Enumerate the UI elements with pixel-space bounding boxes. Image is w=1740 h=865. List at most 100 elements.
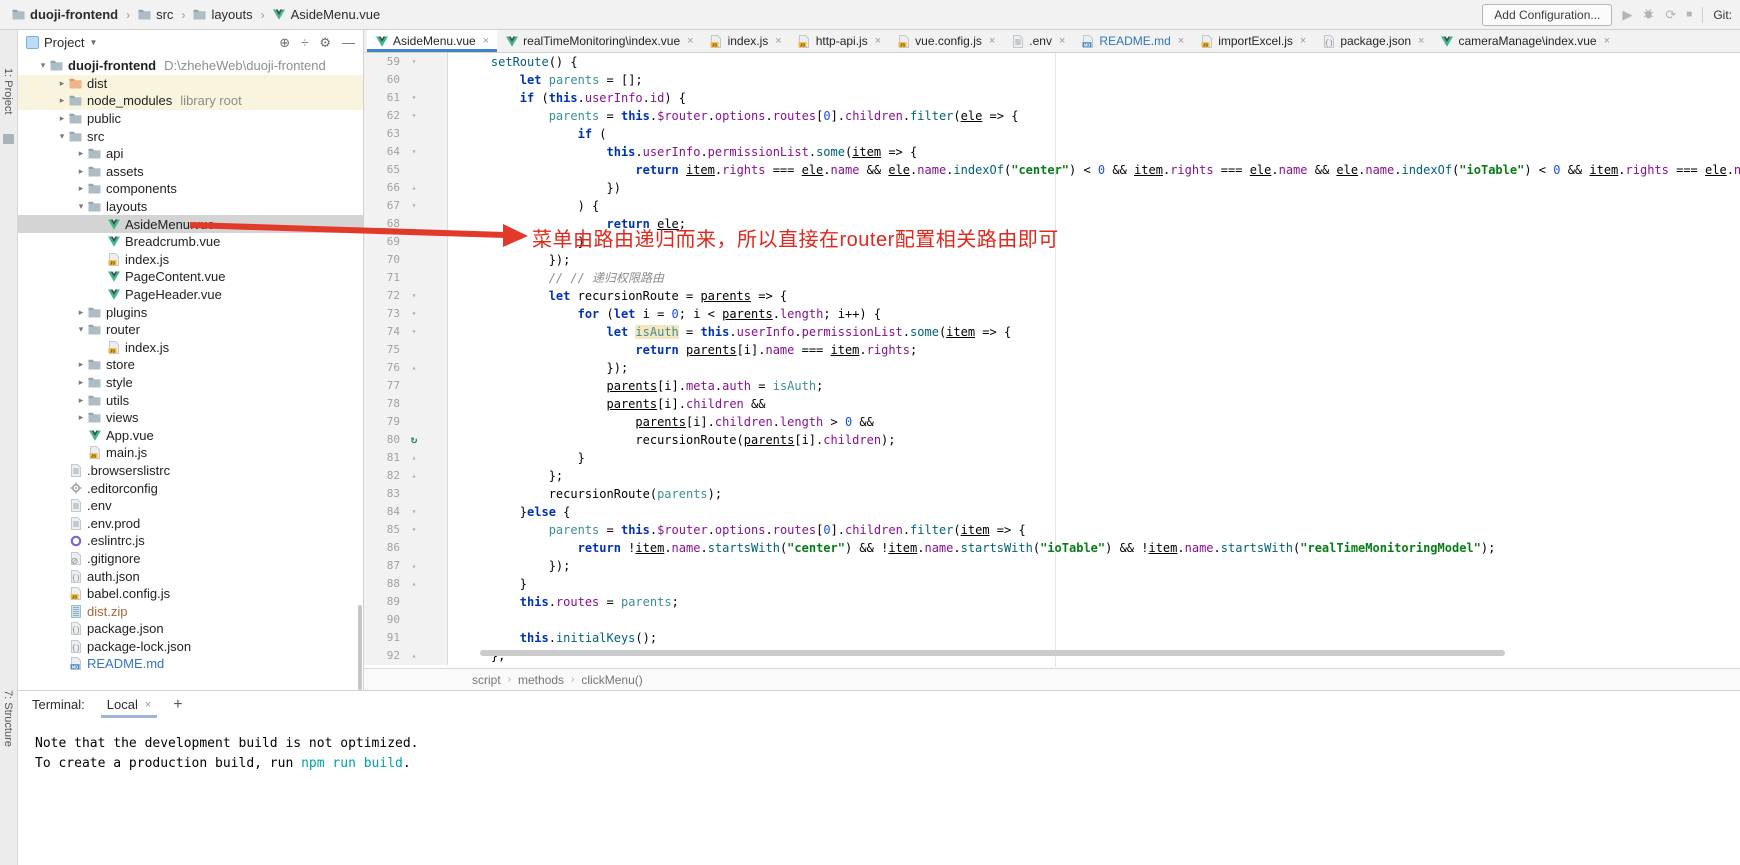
code-line[interactable]: 78 parents[i].children && xyxy=(364,395,1740,413)
code-line[interactable]: 64▾ this.userInfo.permissionList.some(it… xyxy=(364,143,1740,161)
editor-tab[interactable]: AsideMenu.vue× xyxy=(367,30,497,52)
tree-item[interactable]: .gitignore xyxy=(18,550,363,568)
run-icon[interactable]: ▶ xyxy=(1622,8,1632,21)
tree-item[interactable]: JSindex.js xyxy=(18,339,363,357)
code-line[interactable]: 73▾ for (let i = 0; i < parents.length; … xyxy=(364,305,1740,323)
code-line[interactable]: 71 // // 递归权限路由 xyxy=(364,269,1740,287)
tree-item[interactable]: JSindex.js xyxy=(18,251,363,269)
code-line[interactable]: 67▾ ) { xyxy=(364,197,1740,215)
chevron-expanded-icon[interactable]: ▾ xyxy=(36,60,50,71)
tree-item[interactable]: ▸store xyxy=(18,356,363,374)
tree-item[interactable]: .browserslistrc xyxy=(18,462,363,480)
code-line[interactable]: 77 parents[i].meta.auth = isAuth; xyxy=(364,377,1740,395)
tab-close-icon[interactable]: × xyxy=(1059,35,1065,47)
fold-marker-icon[interactable]: ▾ xyxy=(403,53,425,71)
add-configuration-button[interactable]: Add Configuration... xyxy=(1482,4,1612,26)
tree-item[interactable]: ▾router xyxy=(18,321,363,339)
tree-item[interactable]: JSbabel.config.js xyxy=(18,585,363,603)
tree-item[interactable]: ▸dist xyxy=(18,75,363,93)
fold-marker-icon[interactable]: ▾ xyxy=(403,143,425,161)
tool-button-project[interactable]: 1: Project xyxy=(2,68,14,114)
tree-item[interactable]: .env.prod xyxy=(18,514,363,532)
tree-item[interactable]: App.vue xyxy=(18,426,363,444)
chevron-collapsed-icon[interactable]: ▸ xyxy=(55,78,69,89)
hide-panel-icon[interactable]: — xyxy=(342,35,355,50)
stop-icon[interactable]: ■ xyxy=(1686,10,1692,20)
tree-item[interactable]: ▸components xyxy=(18,180,363,198)
tab-close-icon[interactable]: × xyxy=(1418,35,1424,47)
code-line[interactable]: 86 return !item.name.startsWith("center"… xyxy=(364,539,1740,557)
code-line[interactable]: 85▾ parents = this.$router.options.route… xyxy=(364,521,1740,539)
horizontal-scrollbar[interactable] xyxy=(480,650,1505,656)
tree-item[interactable]: ▸style xyxy=(18,374,363,392)
terminal-tab-close-icon[interactable]: × xyxy=(145,699,151,711)
code-line[interactable]: 66▴ }) xyxy=(364,179,1740,197)
code-line[interactable]: 80↻ recursionRoute(parents[i].children); xyxy=(364,431,1740,449)
tree-item[interactable]: ▸api xyxy=(18,145,363,163)
chevron-collapsed-icon[interactable]: ▸ xyxy=(74,377,88,388)
breadcrumb-item[interactable]: src xyxy=(156,7,173,22)
editor-breadcrumb-item[interactable]: methods xyxy=(518,673,564,687)
breadcrumb-item[interactable]: duoji-frontend xyxy=(30,7,118,22)
editor-tab[interactable]: JShttp-api.js× xyxy=(790,30,889,52)
code-line[interactable]: 83 recursionRoute(parents); xyxy=(364,485,1740,503)
terminal-tab-local[interactable]: Local × xyxy=(101,691,158,718)
recursive-call-icon[interactable]: ↻ xyxy=(403,431,425,449)
code-line[interactable]: 81▴ } xyxy=(364,449,1740,467)
breadcrumb-item[interactable]: layouts xyxy=(211,7,252,22)
debug-icon[interactable] xyxy=(1642,7,1655,22)
chevron-collapsed-icon[interactable]: ▸ xyxy=(74,412,88,423)
settings-icon[interactable]: ⚙ xyxy=(319,35,331,51)
tree-item[interactable]: ▾src xyxy=(18,127,363,145)
editor-tab[interactable]: JSvue.config.js× xyxy=(889,30,1003,52)
code-line[interactable]: 62▾ parents = this.$router.options.route… xyxy=(364,107,1740,125)
project-tool-icon[interactable] xyxy=(3,134,14,144)
fold-marker-icon[interactable]: ▾ xyxy=(403,323,425,341)
code-line[interactable]: 91 this.initialKeys(); xyxy=(364,629,1740,647)
run-with-coverage-icon[interactable]: ⟳ xyxy=(1665,8,1676,21)
fold-marker-icon[interactable]: ▴ xyxy=(403,647,425,665)
editor-tab[interactable]: JSimportExcel.js× xyxy=(1192,30,1314,52)
chevron-collapsed-icon[interactable]: ▸ xyxy=(74,148,88,159)
editor-tab[interactable]: {)package.json× xyxy=(1314,30,1432,52)
fold-marker-icon[interactable]: ▾ xyxy=(403,287,425,305)
tree-item[interactable]: {)package-lock.json xyxy=(18,638,363,656)
new-terminal-icon[interactable]: + xyxy=(173,696,182,714)
editor-tab[interactable]: realTimeMonitoring\index.vue× xyxy=(497,30,701,52)
tree-item[interactable]: AsideMenu.vue xyxy=(18,215,363,233)
fold-marker-icon[interactable]: ▴ xyxy=(403,359,425,377)
git-label[interactable]: Git: xyxy=(1713,8,1732,22)
fold-marker-icon[interactable]: ▾ xyxy=(403,107,425,125)
chevron-collapsed-icon[interactable]: ▸ xyxy=(74,307,88,318)
tree-item[interactable]: JSmain.js xyxy=(18,444,363,462)
editor-tab[interactable]: JSindex.js× xyxy=(702,30,790,52)
project-view-selector[interactable]: Project xyxy=(44,35,84,50)
tool-button-structure[interactable]: 7: Structure xyxy=(2,690,14,747)
fold-marker-icon[interactable]: ▾ xyxy=(403,89,425,107)
code-line[interactable]: 70 }); xyxy=(364,251,1740,269)
code-line[interactable]: 59▾ setRoute() { xyxy=(364,53,1740,71)
tree-item[interactable]: ▸utils xyxy=(18,391,363,409)
code-line[interactable]: 61▾ if (this.userInfo.id) { xyxy=(364,89,1740,107)
terminal-output[interactable]: Note that the development build is not o… xyxy=(18,718,1740,773)
tree-item[interactable]: PageHeader.vue xyxy=(18,286,363,304)
tree-item[interactable]: {)package.json xyxy=(18,620,363,638)
tab-close-icon[interactable]: × xyxy=(989,35,995,47)
code-line[interactable]: 90 xyxy=(364,611,1740,629)
tree-item[interactable]: ▸node_moduleslibrary root xyxy=(18,92,363,110)
tree-item[interactable]: ▾layouts xyxy=(18,198,363,216)
code-line[interactable]: 82▴ }; xyxy=(364,467,1740,485)
editor-tab[interactable]: .env× xyxy=(1003,30,1073,52)
tab-close-icon[interactable]: × xyxy=(1604,35,1610,47)
code-line[interactable]: 79 parents[i].children.length > 0 && xyxy=(364,413,1740,431)
tree-item[interactable]: .eslintrc.js xyxy=(18,532,363,550)
chevron-collapsed-icon[interactable]: ▸ xyxy=(55,113,69,124)
tree-item[interactable]: PageContent.vue xyxy=(18,268,363,286)
chevron-collapsed-icon[interactable]: ▸ xyxy=(74,183,88,194)
code-line[interactable]: 65 return item.rights === ele.name && el… xyxy=(364,161,1740,179)
fold-marker-icon[interactable]: ▴ xyxy=(403,557,425,575)
fold-marker-icon[interactable]: ▴ xyxy=(403,575,425,593)
tab-close-icon[interactable]: × xyxy=(875,35,881,47)
code-line[interactable]: 84▾ }else { xyxy=(364,503,1740,521)
tab-close-icon[interactable]: × xyxy=(687,35,693,47)
